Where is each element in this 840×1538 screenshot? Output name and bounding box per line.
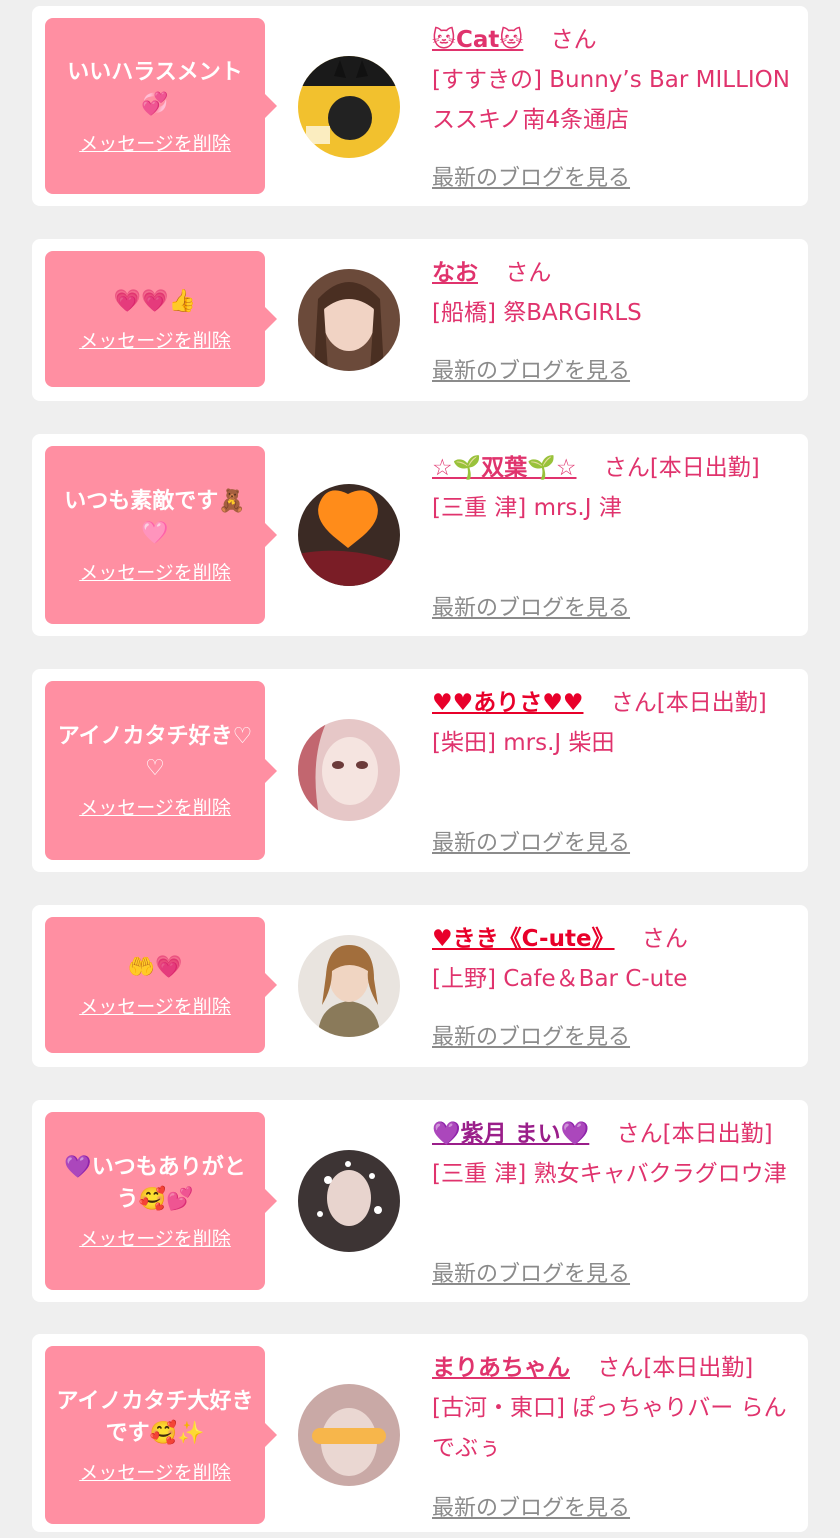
- sender-info: まりあちゃん さん[本日出勤] [古河・東口] ぽっちゃりバー らんでぶぅ: [432, 1348, 796, 1468]
- shop-name: [三重 津] mrs.J 津: [432, 495, 622, 521]
- message-bubble: いつも素敵です🧸🩷 メッセージを削除: [45, 446, 277, 624]
- message-card: いいハラスメント💞 メッセージを削除 🐱Cat🐱 さん [すすきの] Bunny…: [32, 6, 808, 206]
- avatar-photo-icon: [298, 935, 400, 1037]
- name-suffix: さん[本日出勤]: [603, 455, 760, 481]
- message-text: 💜いつもありがとう🥰💕: [64, 1154, 246, 1212]
- sender-name-link[interactable]: 🐱Cat🐱: [432, 27, 523, 53]
- message-text: 🤲💗: [127, 954, 183, 980]
- delete-message-link[interactable]: メッセージを削除: [79, 793, 231, 820]
- sender-name-link[interactable]: ☆🌱双葉🌱☆: [432, 455, 577, 481]
- delete-message-link[interactable]: メッセージを削除: [79, 1458, 231, 1485]
- avatar-photo-icon: [298, 1384, 400, 1486]
- shop-name: [上野] Cafe＆Bar C-ute: [432, 966, 688, 992]
- message-text: いいハラスメント💞: [67, 59, 243, 117]
- message-card: アイノカタチ好き♡♡ メッセージを削除 ♥♥ありさ♥♥ さん[本日出勤] [柴田…: [32, 669, 808, 872]
- message-bubble: いいハラスメント💞 メッセージを削除: [45, 18, 277, 194]
- sender-info: なお さん [船橋] 祭BARGIRLS: [432, 253, 796, 333]
- avatar[interactable]: [298, 1150, 400, 1252]
- blog-link[interactable]: 最新のブログを見る: [432, 590, 630, 622]
- delete-message-link[interactable]: メッセージを削除: [79, 326, 231, 353]
- blog-link[interactable]: 最新のブログを見る: [432, 1490, 630, 1522]
- avatar-photo-icon: [298, 484, 400, 586]
- blog-link[interactable]: 最新のブログを見る: [432, 160, 630, 192]
- delete-message-link[interactable]: メッセージを削除: [79, 129, 231, 156]
- delete-message-link[interactable]: メッセージを削除: [79, 558, 231, 585]
- shop-name: [三重 津] 熟女キャバクラグロウ津: [432, 1161, 787, 1187]
- name-suffix: さん[本日出勤]: [610, 690, 767, 716]
- sender-info: 💜紫月 まい💜 さん[本日出勤] [三重 津] 熟女キャバクラグロウ津: [432, 1114, 796, 1194]
- message-card: 🤲💗 メッセージを削除 ♥きき《C-ute》 さん [上野] Cafe＆Bar …: [32, 905, 808, 1067]
- message-text: アイノカタチ好き♡♡: [57, 724, 253, 781]
- sender-name-link[interactable]: 💜紫月 まい💜: [432, 1121, 589, 1147]
- message-bubble: 💜いつもありがとう🥰💕 メッセージを削除: [45, 1112, 277, 1290]
- avatar-photo-icon: [298, 1150, 400, 1252]
- blog-link[interactable]: 最新のブログを見る: [432, 825, 630, 857]
- avatar[interactable]: [298, 719, 400, 821]
- name-suffix: さん[本日出勤]: [616, 1121, 773, 1147]
- sender-name-link[interactable]: ♥きき《C-ute》: [432, 926, 615, 952]
- sender-info: ☆🌱双葉🌱☆ さん[本日出勤] [三重 津] mrs.J 津: [432, 448, 796, 528]
- sender-info: ♥♥ありさ♥♥ さん[本日出勤] [柴田] mrs.J 柴田: [432, 683, 796, 763]
- name-suffix: さん[本日出勤]: [597, 1355, 754, 1381]
- blog-link[interactable]: 最新のブログを見る: [432, 1019, 630, 1051]
- name-suffix: さん: [550, 27, 597, 53]
- message-card: 💗💗👍 メッセージを削除 なお さん [船橋] 祭BARGIRLS 最新のブログ…: [32, 239, 808, 401]
- name-suffix: さん: [505, 260, 552, 286]
- message-bubble: アイノカタチ大好きです🥰✨ メッセージを削除: [45, 1346, 277, 1524]
- delete-message-link[interactable]: メッセージを削除: [79, 1224, 231, 1251]
- avatar-photo-icon: [298, 269, 400, 371]
- avatar[interactable]: [298, 56, 400, 158]
- avatar[interactable]: [298, 1384, 400, 1486]
- avatar[interactable]: [298, 935, 400, 1037]
- sender-name-link[interactable]: まりあちゃん: [432, 1355, 570, 1381]
- shop-name: [古河・東口] ぽっちゃりバー らんでぶぅ: [432, 1395, 787, 1461]
- message-text: いつも素敵です🧸🩷: [64, 488, 246, 546]
- message-card: 💜いつもありがとう🥰💕 メッセージを削除 💜紫月 まい💜 さん[本日出勤] [三…: [32, 1100, 808, 1302]
- shop-name: [すすきの] Bunny’s Bar MILLION ススキノ南4条通店: [432, 67, 790, 133]
- avatar[interactable]: [298, 484, 400, 586]
- avatar[interactable]: [298, 269, 400, 371]
- shop-name: [船橋] 祭BARGIRLS: [432, 300, 642, 326]
- message-bubble: 💗💗👍 メッセージを削除: [45, 251, 277, 387]
- message-card: いつも素敵です🧸🩷 メッセージを削除 ☆🌱双葉🌱☆ さん[本日出勤] [三重 津…: [32, 434, 808, 636]
- blog-link[interactable]: 最新のブログを見る: [432, 1256, 630, 1288]
- message-text: 💗💗👍: [113, 288, 197, 314]
- delete-message-link[interactable]: メッセージを削除: [79, 992, 231, 1019]
- message-card: アイノカタチ大好きです🥰✨ メッセージを削除 まりあちゃん さん[本日出勤] […: [32, 1334, 808, 1532]
- blog-link[interactable]: 最新のブログを見る: [432, 353, 630, 385]
- avatar-photo-icon: [298, 719, 400, 821]
- message-bubble: 🤲💗 メッセージを削除: [45, 917, 277, 1053]
- name-suffix: さん: [641, 926, 688, 952]
- sender-info: ♥きき《C-ute》 さん [上野] Cafe＆Bar C-ute: [432, 919, 796, 999]
- sender-name-link[interactable]: ♥♥ありさ♥♥: [432, 690, 583, 716]
- shop-name: [柴田] mrs.J 柴田: [432, 730, 615, 756]
- sender-name-link[interactable]: なお: [432, 260, 478, 286]
- message-bubble: アイノカタチ好き♡♡ メッセージを削除: [45, 681, 277, 860]
- message-text: アイノカタチ大好きです🥰✨: [56, 1388, 254, 1446]
- sender-info: 🐱Cat🐱 さん [すすきの] Bunny’s Bar MILLION ススキノ…: [432, 20, 796, 140]
- avatar-photo-icon: [298, 56, 400, 158]
